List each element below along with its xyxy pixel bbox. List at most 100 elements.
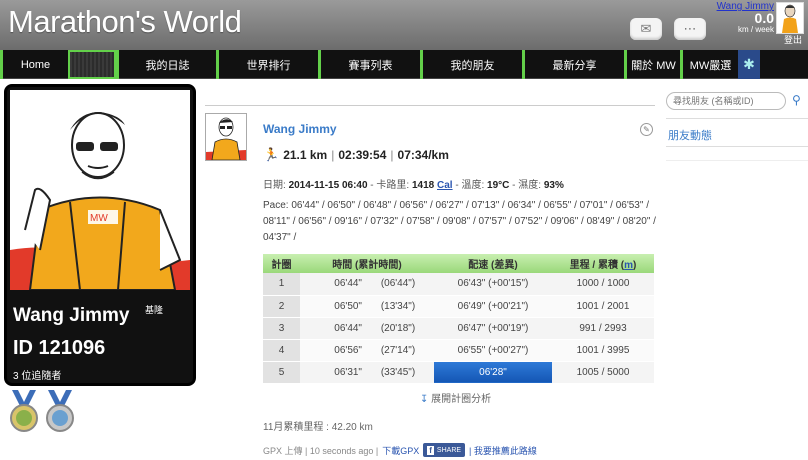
meta-temperature: 19°C — [487, 180, 510, 191]
expand-arrow-icon: ↧ — [420, 394, 429, 405]
col-lap[interactable]: 計圈 — [263, 254, 300, 273]
lap-number: 3 — [263, 317, 300, 340]
lap-number: 4 — [263, 339, 300, 362]
download-gpx-link[interactable]: 下載GPX — [382, 444, 419, 457]
mail-icon[interactable]: ✉ — [630, 18, 662, 40]
distance-unit-toggle[interactable]: m — [624, 260, 633, 271]
edit-icon[interactable]: ✎ — [640, 123, 653, 136]
col-time[interactable]: 時間 (累計時間) — [300, 254, 434, 273]
nav-latest-share[interactable]: 最新分享 — [522, 50, 624, 79]
meta-date-label: 日期: — [263, 180, 289, 191]
lap-distance: 1000 / 1000 — [552, 273, 654, 296]
meta-date: 2014-11-15 06:40 — [288, 180, 368, 191]
lap-distance: 1001 / 3995 — [552, 339, 654, 362]
runner-icon: 🏃 — [263, 147, 280, 162]
top-header: Marathon's World ✉ ⋯ Wang Jimmy 0.0 km /… — [0, 0, 808, 50]
nav-home[interactable]: Home — [0, 50, 68, 79]
post-footer: GPX 上傳 | 10 seconds ago | 下載GPX f SHARE … — [263, 443, 537, 457]
weekly-distance-unit: km / week — [737, 25, 774, 34]
col-distance[interactable]: 里程 / 累積 (m) — [552, 254, 654, 273]
pace-list: Pace: 06'44" / 06'50" / 06'48" / 06'56" … — [263, 200, 656, 243]
divider — [205, 105, 655, 106]
meta-calories: 1418 — [411, 180, 435, 191]
site-logo[interactable]: Marathon's World — [8, 4, 242, 40]
meta-hum-label: - 濕度: — [509, 180, 544, 191]
facebook-icon: f — [427, 445, 434, 455]
table-row: 3 06'44" (20'18") 06'47" (+00'19") 991 /… — [263, 317, 654, 340]
table-row: 5 06'31" (33'45") 06'28" 1005 / 5000 — [263, 361, 654, 384]
run-duration: 02:39:54 — [338, 148, 387, 162]
facebook-share-button[interactable]: f SHARE — [423, 443, 466, 457]
friend-search-input[interactable] — [666, 92, 786, 110]
recommend-route-link[interactable]: | 我要推薦此路線 — [469, 444, 537, 457]
profile-card: MW Wang Jimmy 基隆 ID 121096 3 位追隨者 — [4, 84, 196, 386]
run-summary: 🏃 21.1 km | 02:39:54 | 07:34/km — [263, 147, 449, 163]
nav-world-rank[interactable]: 世界排行 — [216, 50, 318, 79]
nav-blank[interactable] — [68, 50, 116, 79]
header-user-info: Wang Jimmy 0.0 km / week — [717, 1, 774, 34]
divider — [666, 160, 808, 161]
profile-id: ID 121096 — [13, 337, 106, 359]
run-distance: 21.1 km — [283, 148, 328, 162]
lap-pace: 06'55" (+00'27") — [434, 339, 552, 362]
settings-gear-icon[interactable]: ✱ — [738, 50, 760, 79]
nav-friends[interactable]: 我的朋友 — [420, 50, 522, 79]
run-pace: 07:34/km — [397, 148, 449, 162]
expand-lap-analysis[interactable]: ↧ 展開計圈分析 — [420, 390, 491, 405]
profile-name: Wang Jimmy — [13, 305, 130, 326]
table-row: 1 06'44" (06'44") 06'43" (+00'15") 1000 … — [263, 273, 654, 296]
medal-badge-2[interactable] — [44, 390, 76, 434]
lap-pace: 06'49" (+00'21") — [434, 295, 552, 318]
lap-number: 1 — [263, 273, 300, 296]
profile-followers[interactable]: 3 位追隨者 — [13, 367, 61, 382]
lap-cumulative: (13'34") — [362, 295, 434, 318]
col-pace[interactable]: 配速 (差異) — [434, 254, 552, 273]
splits-table: 計圈 時間 (累計時間) 配速 (差異) 里程 / 累積 (m) 1 06'44… — [263, 254, 654, 384]
medal-badge-1[interactable] — [8, 390, 40, 434]
nav-my-log[interactable]: 我的日誌 — [116, 50, 216, 79]
post-avatar[interactable] — [205, 113, 247, 161]
meta-humidity: 93% — [543, 180, 564, 191]
friends-activity-link[interactable]: 朋友動態 — [668, 127, 712, 143]
nav-mw-select[interactable]: MW嚴選 — [680, 50, 738, 79]
profile-photo[interactable]: MW — [10, 90, 190, 291]
weekly-distance: 0.0 — [754, 10, 774, 26]
profile-location: 基隆 — [145, 305, 164, 315]
separator: | — [390, 148, 394, 162]
lap-time: 06'50" — [300, 295, 362, 318]
lap-cumulative: (33'45") — [362, 361, 434, 384]
lap-time: 06'56" — [300, 339, 362, 362]
lap-cumulative: (20'18") — [362, 317, 434, 340]
lap-distance: 1005 / 5000 — [552, 361, 654, 384]
chat-icon[interactable]: ⋯ — [674, 18, 706, 40]
lap-pace: 06'43" (+00'15") — [434, 273, 552, 296]
lap-distance: 1001 / 2001 — [552, 295, 654, 318]
lap-cumulative: (06'44") — [362, 273, 434, 296]
lap-pace-best: 06'28" — [434, 361, 552, 384]
separator: | — [331, 148, 335, 162]
lap-number: 2 — [263, 295, 300, 318]
run-meta: 日期: 2014-11-15 06:40 - 卡路里: 1418 Cal - 溫… — [263, 176, 564, 191]
col-distance-label: 里程 / 累積 — [569, 260, 618, 271]
meta-cal-label: - 卡路里: — [367, 180, 412, 191]
lap-number: 5 — [263, 361, 300, 384]
lap-time: 06'44" — [300, 273, 362, 296]
share-label: SHARE — [436, 446, 462, 454]
expand-label: 展開計圈分析 — [431, 394, 492, 405]
divider — [666, 118, 808, 119]
nav-events[interactable]: 賽事列表 — [318, 50, 420, 79]
lap-distance: 991 / 2993 — [552, 317, 654, 340]
calories-unit-link[interactable]: Cal — [437, 180, 453, 191]
main-nav: Home 我的日誌 世界排行 賽事列表 我的朋友 最新分享 關於 MW MW嚴選… — [0, 50, 808, 79]
divider — [666, 146, 808, 147]
header-avatar[interactable] — [776, 2, 804, 34]
logout-link[interactable]: 登出 — [784, 33, 802, 46]
nav-about[interactable]: 關於 MW — [624, 50, 680, 79]
lap-pace: 06'47" (+00'19") — [434, 317, 552, 340]
upload-info: GPX 上傳 | 10 seconds ago | — [263, 445, 379, 456]
post-author-name[interactable]: Wang Jimmy — [263, 122, 337, 136]
lap-time: 06'44" — [300, 317, 362, 340]
table-row: 4 06'56" (27'14") 06'55" (+00'27") 1001 … — [263, 339, 654, 362]
search-icon[interactable]: ⚲ — [792, 93, 801, 107]
meta-temp-label: - 溫度: — [452, 180, 488, 191]
